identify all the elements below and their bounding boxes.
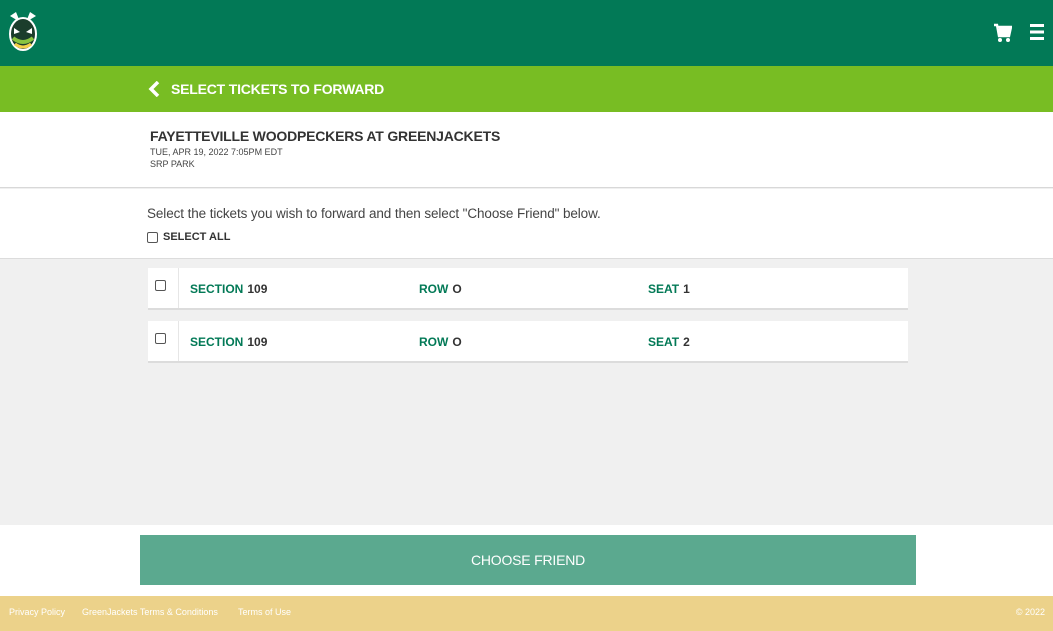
instructions-panel: Select the tickets you wish to forward a…: [0, 189, 1053, 259]
ticket-checkbox[interactable]: [155, 333, 166, 344]
section-value: 109: [247, 335, 268, 349]
row-label: ROW: [419, 335, 449, 349]
chevron-left-icon: [148, 81, 160, 97]
row-value: O: [452, 282, 462, 296]
site-footer: Privacy Policy GreenJackets Terms & Cond…: [0, 596, 1053, 631]
top-navbar: [0, 0, 1053, 66]
event-info: FAYETTEVILLE WOODPECKERS AT GREENJACKETS…: [0, 112, 1053, 188]
terms-of-use-link[interactable]: Terms of Use: [238, 607, 291, 617]
seat-label: SEAT: [648, 282, 680, 296]
ticket-seat: SEAT 1: [648, 282, 690, 296]
select-all-control[interactable]: SELECT ALL: [147, 231, 230, 243]
ticket-section: SECTION 109: [190, 282, 267, 296]
event-venue: SRP PARK: [150, 159, 195, 169]
seat-label: SEAT: [648, 335, 680, 349]
copyright-notice: © 2022: [1015, 607, 1045, 617]
hamburger-menu-icon[interactable]: [1030, 24, 1044, 40]
seat-value: 2: [683, 335, 690, 349]
ticket-checkbox-cell: [148, 268, 179, 308]
ticket-row: SECTION 109 ROW O SEAT 2: [148, 321, 908, 363]
hornet-mascot-logo[interactable]: [6, 10, 40, 54]
privacy-policy-link[interactable]: Privacy Policy: [9, 607, 65, 617]
select-all-checkbox[interactable]: [147, 231, 158, 243]
row-label: ROW: [419, 282, 449, 296]
ticket-section: SECTION 109: [190, 335, 267, 349]
section-label: SECTION: [190, 335, 244, 349]
terms-conditions-link[interactable]: GreenJackets Terms & Conditions: [82, 607, 218, 617]
ticket-checkbox-cell: [148, 321, 179, 361]
page-subheader: SELECT TICKETS TO FORWARD: [0, 66, 1053, 112]
instructions-text: Select the tickets you wish to forward a…: [147, 206, 601, 221]
seat-value: 1: [683, 282, 690, 296]
ticket-checkbox[interactable]: [155, 280, 166, 291]
section-value: 109: [247, 282, 268, 296]
choose-friend-button[interactable]: CHOOSE FRIEND: [140, 535, 916, 585]
event-date: TUE, APR 19, 2022 7:05PM EDT: [150, 147, 283, 157]
ticket-row: SECTION 109 ROW O SEAT 1: [148, 268, 908, 310]
row-value: O: [452, 335, 462, 349]
cart-icon[interactable]: [994, 22, 1012, 44]
ticket-seat: SEAT 2: [648, 335, 690, 349]
event-title: FAYETTEVILLE WOODPECKERS AT GREENJACKETS: [150, 128, 501, 144]
page-title: SELECT TICKETS TO FORWARD: [171, 81, 385, 97]
ticket-row-number: ROW O: [419, 335, 462, 349]
ticket-row-number: ROW O: [419, 282, 462, 296]
select-all-label: SELECT ALL: [163, 231, 231, 243]
action-bar: CHOOSE FRIEND: [0, 525, 1053, 596]
back-link[interactable]: SELECT TICKETS TO FORWARD: [148, 78, 384, 100]
section-label: SECTION: [190, 282, 244, 296]
